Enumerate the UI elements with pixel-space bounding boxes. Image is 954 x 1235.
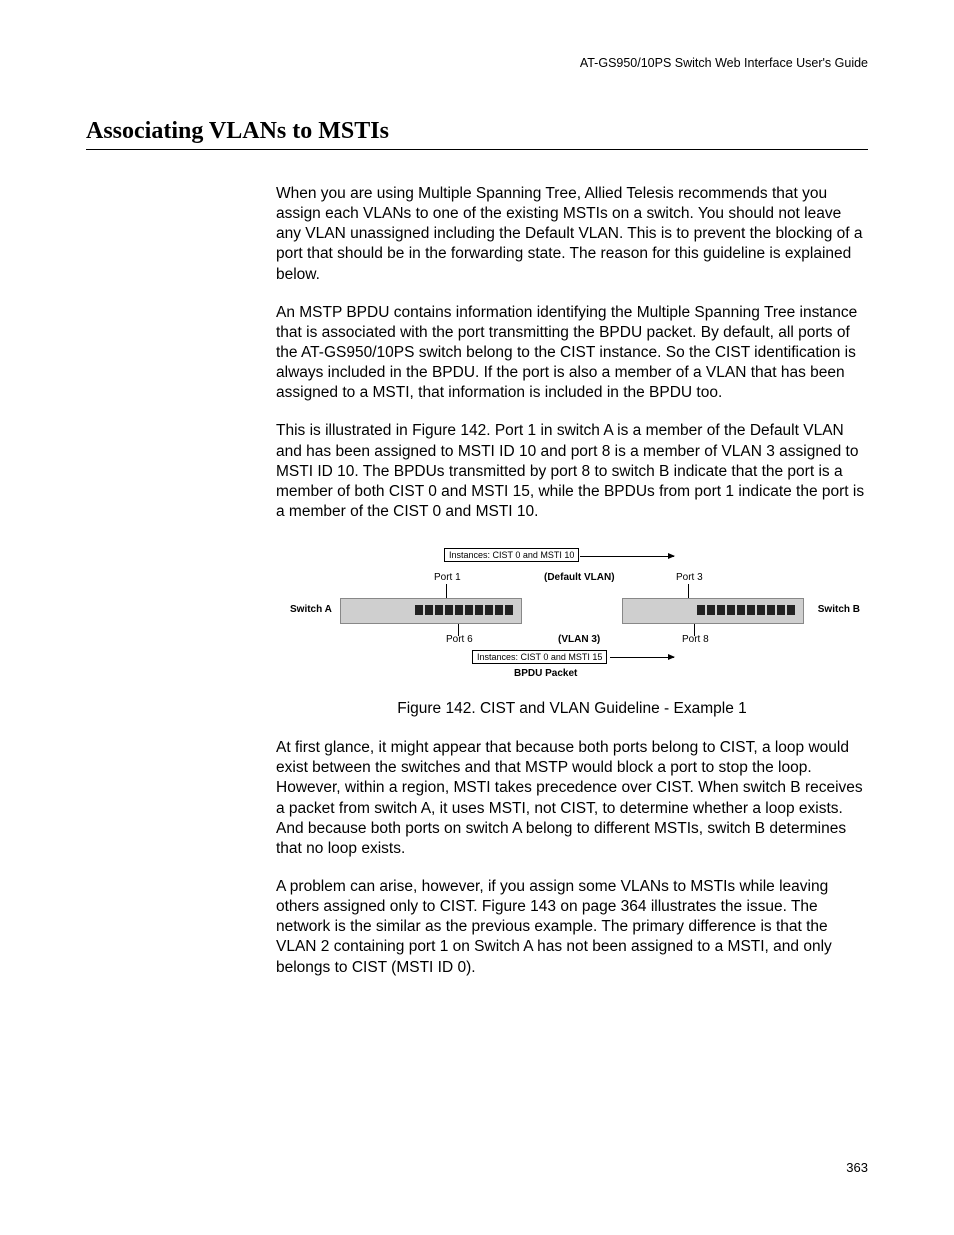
paragraph-4: At first glance, it might appear that be… [276,738,868,859]
figure-142: Switch A Switch B Instances: CIST 0 and … [332,540,812,690]
running-header: AT-GS950/10PS Switch Web Interface User'… [86,56,868,70]
vlan3-label: (VLAN 3) [558,634,600,645]
switch-b-label: Switch B [818,604,860,615]
port8-label: Port 8 [682,634,709,645]
switch-a-label: Switch A [290,604,332,615]
bpdu-label: BPDU Packet [514,668,577,679]
port1-label: Port 1 [434,572,461,583]
instances-bot-box: Instances: CIST 0 and MSTI 15 [472,650,607,664]
port6-label: Port 6 [446,634,473,645]
port3-label: Port 3 [676,572,703,583]
paragraph-1: When you are using Multiple Spanning Tre… [276,184,868,285]
instances-top-box: Instances: CIST 0 and MSTI 10 [444,548,579,562]
section-title: Associating VLANs to MSTIs [86,118,868,150]
paragraph-5: A problem can arise, however, if you ass… [276,877,868,978]
paragraph-3: This is illustrated in Figure 142. Port … [276,421,868,522]
switch-b-icon [622,598,804,624]
paragraph-2: An MSTP BPDU contains information identi… [276,303,868,404]
page-number: 363 [846,1160,868,1175]
default-vlan-label: (Default VLAN) [544,572,615,583]
switch-a-icon [340,598,522,624]
figure-caption: Figure 142. CIST and VLAN Guideline - Ex… [276,700,868,718]
